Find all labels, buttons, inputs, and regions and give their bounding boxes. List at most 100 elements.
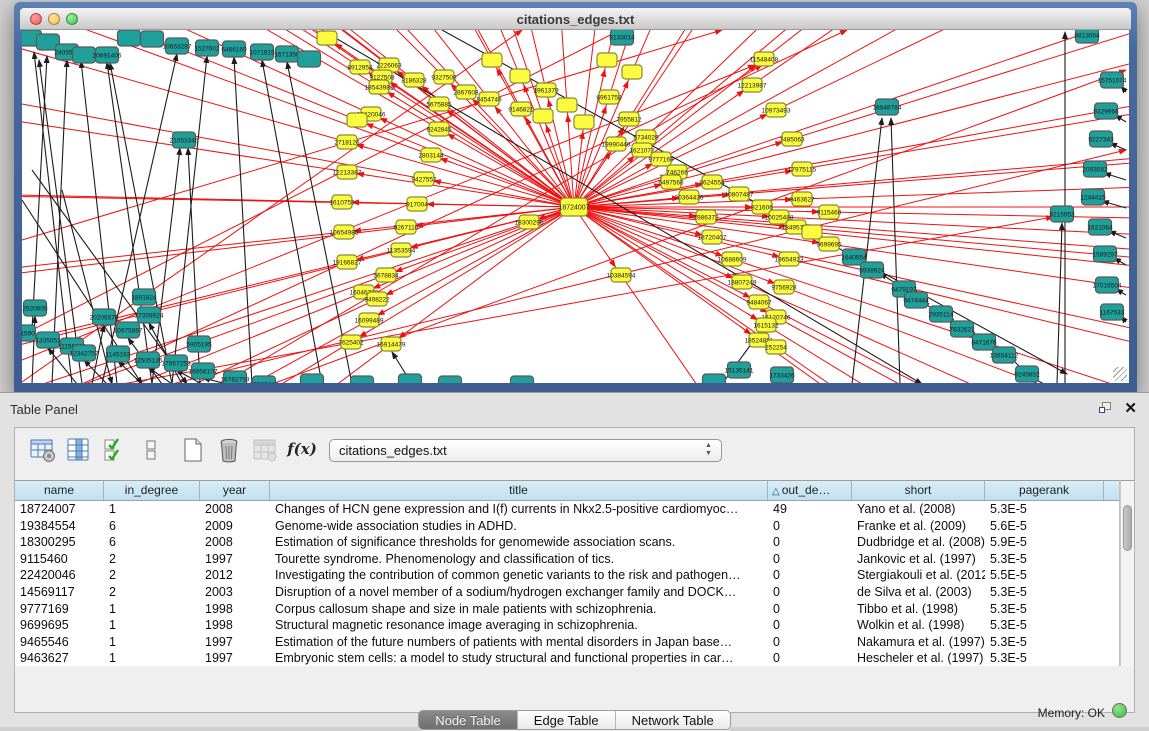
- graph-node[interactable]: [482, 53, 502, 67]
- graph-node[interactable]: 20691406: [93, 47, 122, 63]
- graph-node[interactable]: 11353594: [387, 243, 416, 257]
- node-table[interactable]: namein_degreeyeartitle△out_de…shortpager…: [15, 480, 1120, 666]
- table-row[interactable]: 946362711997Embryonic stem cells: a mode…: [15, 650, 1119, 667]
- table-row[interactable]: 946554611997Estimation of the future num…: [15, 634, 1119, 651]
- graph-node[interactable]: 9267110: [394, 220, 419, 234]
- graph-node[interactable]: [118, 30, 141, 46]
- row-selection-icon[interactable]: [101, 436, 129, 464]
- graph-node[interactable]: 16958107: [189, 363, 218, 379]
- graph-node[interactable]: 8186328: [401, 73, 427, 87]
- graph-node[interactable]: 2935114: [929, 306, 954, 322]
- graph-node[interactable]: 11548408: [750, 52, 779, 66]
- column-header-outde[interactable]: △out_de…: [768, 481, 852, 500]
- graph-node[interactable]: 1145193: [106, 346, 131, 362]
- table-settings-icon[interactable]: [29, 436, 57, 464]
- graph-node[interactable]: 21053346: [170, 132, 199, 148]
- graph-node[interactable]: 18300295: [515, 215, 544, 229]
- graph-node[interactable]: [622, 65, 642, 79]
- graph-node[interactable]: 1244415: [1080, 189, 1106, 205]
- graph-node[interactable]: 1167533: [1100, 304, 1125, 320]
- graph-node[interactable]: 19990448: [602, 137, 631, 151]
- graph-node[interactable]: 5678834: [373, 268, 399, 282]
- table-row[interactable]: 977716911998Corpus callosum shape and si…: [15, 601, 1119, 618]
- graph-node[interactable]: 2867608: [453, 85, 479, 99]
- graph-node[interactable]: 18720407: [698, 230, 727, 244]
- graph-node[interactable]: 9699695: [816, 237, 842, 251]
- graph-node[interactable]: 12342757: [70, 345, 99, 361]
- graph-node[interactable]: 1671358: [274, 46, 300, 62]
- graph-node[interactable]: [511, 376, 534, 383]
- graph-node[interactable]: [301, 374, 324, 383]
- graph-node[interactable]: 18543982: [365, 80, 394, 94]
- graph-node[interactable]: 9484067: [746, 295, 772, 309]
- graph-node[interactable]: 1527602: [194, 40, 220, 56]
- graph-node[interactable]: [141, 31, 164, 47]
- graph-node[interactable]: 10653287: [163, 38, 192, 54]
- graph-node[interactable]: 12505135: [134, 352, 163, 368]
- graph-node[interactable]: 2803144: [418, 148, 444, 162]
- graph-node[interactable]: 9474444: [903, 292, 929, 308]
- graph-node[interactable]: 9245652: [1014, 366, 1040, 382]
- graph-node[interactable]: [399, 374, 422, 383]
- graph-node[interactable]: 9327508: [431, 70, 457, 84]
- graph-node[interactable]: 10973493: [762, 103, 791, 117]
- graph-node[interactable]: 10807487: [725, 187, 754, 201]
- table-row[interactable]: 969969511998Structural magnetic resonanc…: [15, 617, 1119, 634]
- column-visibility-icon[interactable]: [65, 436, 93, 464]
- function-builder-icon[interactable]: f(x): [287, 436, 317, 464]
- graph-node[interactable]: 15751074: [1098, 72, 1127, 88]
- graph-node[interactable]: [703, 374, 726, 383]
- graph-node[interactable]: [533, 109, 553, 123]
- graph-node[interactable]: 17975115: [788, 162, 817, 176]
- graph-node[interactable]: 8912954: [347, 60, 373, 74]
- graph-node[interactable]: 6497568: [658, 175, 684, 189]
- graph-node[interactable]: 6734028: [633, 130, 659, 144]
- graph-node[interactable]: 1733426: [769, 367, 795, 383]
- graph-node[interactable]: 7955812: [616, 112, 642, 126]
- graph-node[interactable]: 1961379: [533, 83, 559, 97]
- graph-node[interactable]: [510, 69, 530, 83]
- graph-node[interactable]: 9146821: [508, 102, 534, 116]
- graph-node[interactable]: 9498222: [364, 292, 390, 306]
- table-row[interactable]: 911546021997Tourette syndrome. Phenomeno…: [15, 551, 1119, 568]
- graph-hub-node[interactable]: 18724007: [558, 198, 589, 216]
- graph-node[interactable]: 16648784: [873, 99, 902, 115]
- table-row[interactable]: 1456911722003Disruption of a novel membe…: [15, 584, 1119, 601]
- graph-node[interactable]: 9329966: [1093, 103, 1119, 119]
- graph-node[interactable]: 17957253: [162, 355, 191, 371]
- graph-node[interactable]: 12213387: [333, 165, 362, 179]
- graph-node[interactable]: 6961758: [596, 90, 622, 104]
- graph-node[interactable]: 1891824: [131, 289, 157, 305]
- graph-node[interactable]: [597, 53, 617, 67]
- table-row[interactable]: 2242004622012Investigating the contribut…: [15, 567, 1119, 584]
- graph-node[interactable]: 15135141: [725, 362, 754, 378]
- graph-node[interactable]: [298, 51, 321, 67]
- graph-node[interactable]: 10654985: [330, 225, 359, 239]
- window-titlebar[interactable]: citations_edges.txt: [20, 8, 1131, 30]
- graph-node[interactable]: 9242845: [426, 122, 452, 136]
- delete-table-icon[interactable]: [215, 436, 243, 464]
- graph-node[interactable]: 10384594: [607, 268, 636, 282]
- graph-node[interactable]: 16914479: [377, 337, 406, 351]
- column-header-title[interactable]: title: [270, 481, 768, 500]
- graph-node[interactable]: 10688609: [718, 252, 747, 266]
- float-panel-icon[interactable]: [1099, 402, 1113, 415]
- graph-node[interactable]: [557, 98, 577, 112]
- close-panel-icon[interactable]: ✕: [1124, 399, 1137, 417]
- graph-node[interactable]: 1610755: [329, 195, 355, 209]
- resize-grip-icon[interactable]: [1113, 367, 1127, 381]
- graph-node[interactable]: 7485063: [779, 132, 805, 146]
- column-header-short[interactable]: short: [852, 481, 985, 500]
- graph-node[interactable]: 2093582: [1082, 161, 1108, 177]
- column-header-indegree[interactable]: in_degree: [104, 481, 200, 500]
- graph-node[interactable]: 2520605: [22, 300, 48, 316]
- table-row[interactable]: 1938455462009Genome-wide association stu…: [15, 518, 1119, 535]
- graph-node[interactable]: 1621064: [1087, 219, 1113, 235]
- graph-node[interactable]: 17359924: [135, 307, 164, 323]
- column-header-pagerank[interactable]: pagerank: [985, 481, 1104, 500]
- graph-node[interactable]: 10654112: [990, 347, 1019, 363]
- graph-node[interactable]: 6466160: [221, 41, 247, 57]
- graph-node[interactable]: 9427552: [411, 172, 437, 186]
- table-vertical-scrollbar[interactable]: [1120, 480, 1134, 666]
- graph-node[interactable]: 1615132: [753, 318, 779, 332]
